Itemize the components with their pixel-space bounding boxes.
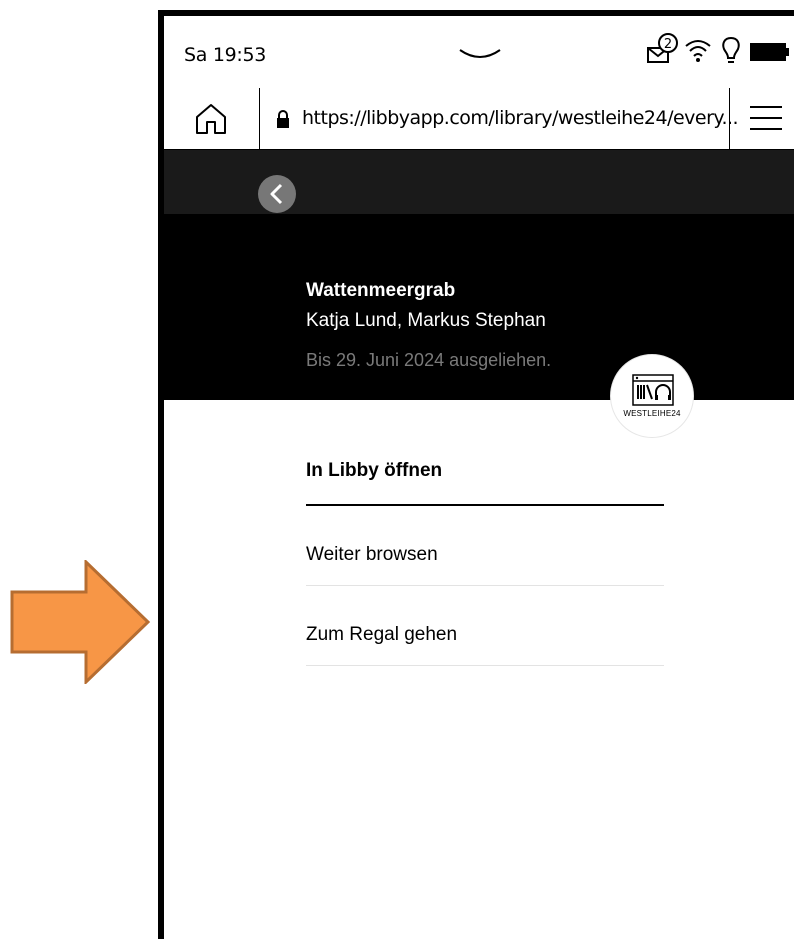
keep-browsing-label: Weiter browsen xyxy=(306,544,438,565)
home-icon xyxy=(196,104,226,134)
home-button[interactable] xyxy=(164,88,260,150)
keep-browsing-button[interactable]: Weiter browsen xyxy=(306,506,664,586)
hamburger-menu-icon xyxy=(750,106,782,130)
url-field[interactable]: https://libbyapp.com/library/westleihe24… xyxy=(260,88,739,150)
lock-icon xyxy=(277,110,289,128)
mail-notification-icon[interactable]: 2 xyxy=(646,32,680,66)
wifi-icon xyxy=(685,40,711,62)
status-bar: Sa 19:53 2 xyxy=(164,16,794,88)
loan-summary: Wattenmeergrab Katja Lund, Markus Stepha… xyxy=(164,214,794,400)
chevron-left-icon xyxy=(270,183,283,205)
go-to-shelf-button[interactable]: Zum Regal gehen xyxy=(306,586,664,666)
book-authors: Katja Lund, Markus Stephan xyxy=(306,310,546,331)
page-header xyxy=(164,150,794,214)
go-to-shelf-label: Zum Regal gehen xyxy=(306,624,458,645)
pointer-arrow-icon xyxy=(10,560,151,684)
book-title: Wattenmeergrab xyxy=(306,280,456,301)
open-in-libby-label: In Libby öffnen xyxy=(306,460,443,481)
library-icon xyxy=(632,374,674,406)
browser-address-bar: https://libbyapp.com/library/westleihe24… xyxy=(164,88,794,150)
pull-down-chevron-icon[interactable] xyxy=(458,48,502,62)
loan-due-date: Bis 29. Juni 2024 ausgeliehen. xyxy=(306,350,552,370)
library-name: WESTLEIHE24 xyxy=(623,409,681,418)
back-button[interactable] xyxy=(258,175,296,213)
battery-icon xyxy=(750,43,789,61)
frontlight-icon[interactable] xyxy=(720,36,742,64)
ereader-screen: Sa 19:53 2 https://libbyapp.com/library/… xyxy=(158,10,794,939)
status-time: Sa 19:53 xyxy=(184,44,267,66)
open-in-libby-button[interactable]: In Libby öffnen xyxy=(306,420,664,506)
browser-menu-button[interactable] xyxy=(730,88,794,150)
action-list: In Libby öffnen Weiter browsen Zum Regal… xyxy=(306,420,664,666)
url-text: https://libbyapp.com/library/westleihe24… xyxy=(302,107,739,129)
notification-count: 2 xyxy=(664,37,672,52)
